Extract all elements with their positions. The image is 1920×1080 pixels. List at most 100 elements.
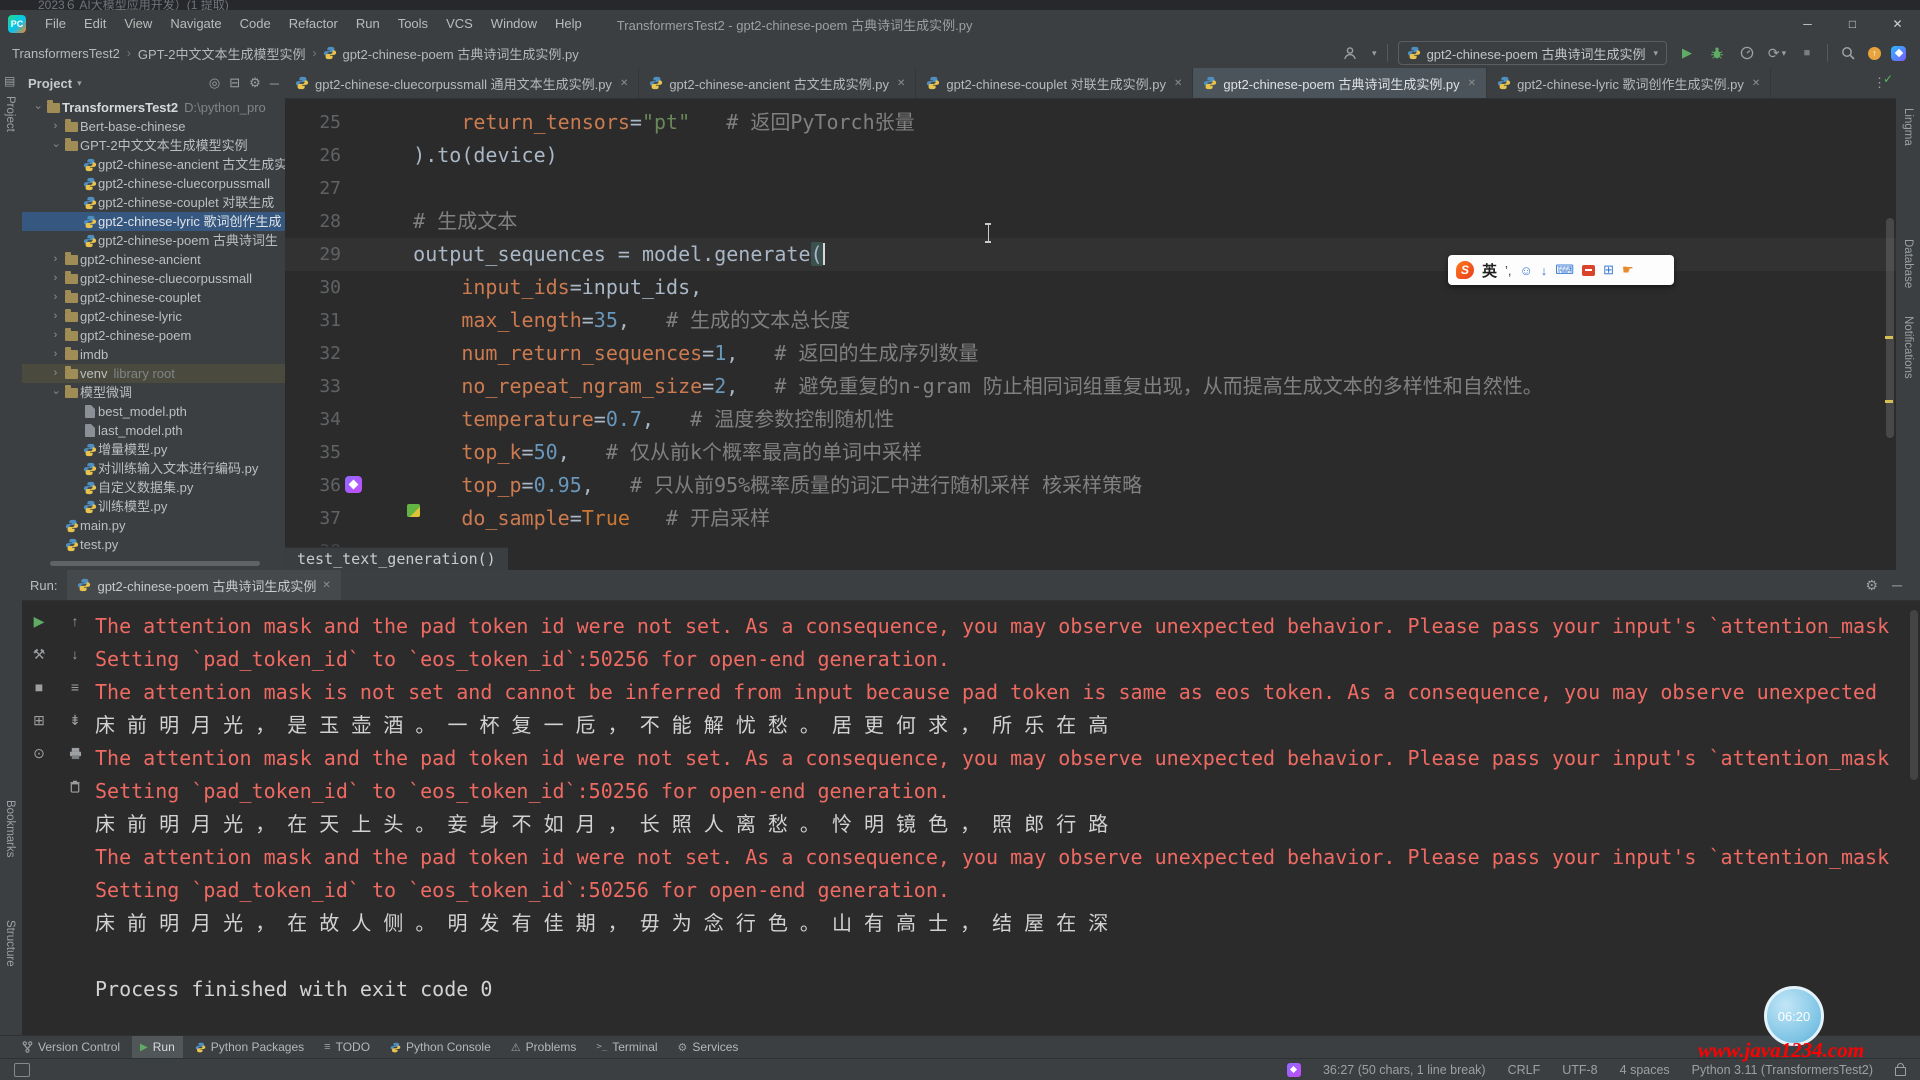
up-icon[interactable]: ↑ bbox=[64, 610, 86, 632]
tree-item[interactable]: gpt2-chinese-ancient 古文生成实 bbox=[22, 155, 285, 174]
tree-item[interactable]: last_model.pth bbox=[22, 421, 285, 440]
tree-item[interactable]: ›imdb bbox=[22, 345, 285, 364]
encoding-label[interactable]: UTF-8 bbox=[1562, 1063, 1597, 1077]
tree-item[interactable]: ›TransformersTest2D:\python_pro bbox=[22, 98, 285, 117]
search-everywhere-icon[interactable] bbox=[1838, 43, 1858, 63]
tree-item[interactable]: 对训练输入文本进行编码.py bbox=[22, 459, 285, 478]
line-ending-label[interactable]: CRLF bbox=[1508, 1063, 1541, 1077]
collapse-all-icon[interactable]: ⊟ bbox=[229, 75, 240, 91]
lingma-plugin-icon[interactable] bbox=[1891, 46, 1906, 61]
tree-chevron-icon[interactable]: › bbox=[48, 117, 63, 136]
run-console-tab[interactable]: gpt2-chinese-poem 古典诗词生成实例 ✕ bbox=[67, 570, 340, 600]
stripe-lingma-button[interactable]: Lingma bbox=[1902, 108, 1914, 146]
debug-button[interactable] bbox=[1707, 43, 1727, 63]
editor-scrollbar-thumb[interactable] bbox=[1886, 218, 1894, 438]
tree-item[interactable]: ›gpt2-chinese-lyric bbox=[22, 307, 285, 326]
down-icon[interactable]: ↓ bbox=[64, 643, 86, 665]
rerun-icon[interactable]: ▶ bbox=[28, 610, 50, 632]
minimize-button[interactable]: ─ bbox=[1785, 10, 1830, 38]
project-settings-icon[interactable]: ⚙ bbox=[249, 75, 261, 91]
toolwindow-button-python-packages[interactable]: Python Packages bbox=[187, 1036, 312, 1059]
menu-item-help[interactable]: Help bbox=[546, 10, 591, 38]
stripe-bookmarks-button[interactable]: Bookmarks bbox=[4, 800, 16, 858]
maximize-button[interactable]: □ bbox=[1830, 10, 1875, 38]
menu-item-code[interactable]: Code bbox=[231, 10, 280, 38]
ai-assistant-gutter-icon[interactable] bbox=[345, 476, 362, 493]
tool-window-grid-icon[interactable]: ▤ bbox=[4, 74, 15, 88]
editor-tab[interactable]: gpt2-chinese-couplet 对联生成实例.py✕ bbox=[916, 68, 1193, 98]
toolwindow-button-todo[interactable]: ≡TODO bbox=[316, 1036, 378, 1059]
sogou-logo-icon[interactable]: S bbox=[1456, 261, 1474, 279]
close-icon[interactable]: ✕ bbox=[1174, 78, 1182, 89]
caret-position-label[interactable]: 36:27 (50 chars, 1 line break) bbox=[1323, 1063, 1486, 1077]
stripe-database-button[interactable]: Database bbox=[1902, 239, 1914, 288]
stop-icon[interactable]: ■ bbox=[28, 676, 50, 698]
close-icon[interactable]: ✕ bbox=[620, 78, 628, 89]
editor-tab[interactable]: gpt2-chinese-poem 古典诗词生成实例.py✕ bbox=[1193, 68, 1487, 98]
user-dropdown-icon[interactable]: ▾ bbox=[1372, 48, 1377, 59]
stop-button[interactable]: ■ bbox=[1797, 43, 1817, 63]
console-scrollbar-thumb[interactable] bbox=[1910, 610, 1918, 780]
editor-tab[interactable]: gpt2-chinese-cluecorpussmall 通用文本生成实例.py… bbox=[285, 68, 639, 98]
tree-chevron-icon[interactable]: › bbox=[48, 364, 63, 383]
menu-item-run[interactable]: Run bbox=[347, 10, 389, 38]
tree-chevron-icon[interactable]: › bbox=[46, 138, 65, 153]
menu-item-file[interactable]: File bbox=[36, 10, 75, 38]
close-button[interactable]: ✕ bbox=[1875, 10, 1920, 38]
tree-item[interactable]: gpt2-chinese-lyric 歌词创作生成 bbox=[22, 212, 285, 231]
workspace-icon[interactable] bbox=[14, 1063, 30, 1077]
clear-icon[interactable] bbox=[64, 775, 86, 797]
breadcrumb-item[interactable]: TransformersTest2 bbox=[12, 46, 120, 61]
stripe-structure-button[interactable]: Structure bbox=[4, 920, 16, 967]
interpreter-label[interactable]: Python 3.11 (TransformersTest2) bbox=[1692, 1063, 1873, 1077]
project-view-title[interactable]: Project bbox=[28, 76, 72, 91]
editor-tab[interactable]: gpt2-chinese-lyric 歌词创作生成实例.py✕ bbox=[1487, 68, 1771, 98]
tree-item[interactable]: ›venvlibrary root bbox=[22, 364, 285, 383]
print-icon[interactable] bbox=[64, 742, 86, 764]
tree-item[interactable]: test.py bbox=[22, 535, 285, 554]
lock-icon[interactable] bbox=[1895, 1067, 1906, 1076]
tree-item[interactable]: ›GPT-2中文文本生成模型实例 bbox=[22, 136, 285, 155]
toolwindow-button-python-console[interactable]: Python Console bbox=[382, 1036, 499, 1059]
ime-punctuation-icon[interactable]: ’, bbox=[1505, 263, 1512, 278]
tree-item[interactable]: ›gpt2-chinese-couplet bbox=[22, 288, 285, 307]
locate-file-icon[interactable]: ◎ bbox=[209, 75, 220, 91]
stripe-project-button[interactable]: Project bbox=[4, 96, 16, 132]
menu-item-view[interactable]: View bbox=[115, 10, 161, 38]
hide-panel-icon[interactable]: ─ bbox=[270, 76, 279, 91]
inspection-ok-icon[interactable]: ✓ bbox=[1883, 72, 1893, 86]
tree-chevron-icon[interactable]: › bbox=[48, 288, 63, 307]
toolwindow-button-services[interactable]: ⚙Services bbox=[670, 1036, 747, 1059]
code-editor[interactable]: 25 return_tensors="pt" # 返回PyTorch张量26 )… bbox=[285, 98, 1896, 570]
tree-item[interactable]: ›Bert-base-chinese bbox=[22, 117, 285, 136]
close-icon[interactable]: ✕ bbox=[1752, 78, 1760, 89]
tree-item[interactable]: ›gpt2-chinese-ancient bbox=[22, 250, 285, 269]
tree-chevron-icon[interactable]: › bbox=[48, 345, 63, 364]
update-notification-icon[interactable]: ↑ bbox=[1868, 47, 1881, 60]
project-horizontal-scrollbar[interactable] bbox=[50, 561, 260, 566]
console-output[interactable]: The attention mask and the pad token id … bbox=[95, 610, 1914, 1035]
menu-item-refactor[interactable]: Refactor bbox=[280, 10, 347, 38]
tree-item[interactable]: gpt2-chinese-poem 古典诗词生 bbox=[22, 231, 285, 250]
project-view-dropdown-icon[interactable]: ▾ bbox=[77, 78, 82, 89]
editor-tab[interactable]: gpt2-chinese-ancient 古文生成实例.py✕ bbox=[639, 68, 916, 98]
menu-item-window[interactable]: Window bbox=[482, 10, 546, 38]
breadcrumb-item[interactable]: GPT-2中文文本生成模型实例 bbox=[138, 44, 306, 63]
menu-item-navigate[interactable]: Navigate bbox=[161, 10, 230, 38]
tree-item[interactable]: ›gpt2-chinese-poem bbox=[22, 326, 285, 345]
run-button[interactable]: ▶ bbox=[1677, 43, 1697, 63]
close-icon[interactable]: ✕ bbox=[1468, 78, 1476, 89]
editor-scrollbar[interactable]: ✓ bbox=[1882, 68, 1896, 540]
lines-icon[interactable]: ≡ bbox=[64, 676, 86, 698]
profiler-button[interactable] bbox=[1737, 43, 1757, 63]
tree-item[interactable]: 训练模型.py bbox=[22, 497, 285, 516]
menu-item-vcs[interactable]: VCS bbox=[437, 10, 482, 38]
tree-item[interactable]: gpt2-chinese-couplet 对联生成 bbox=[22, 193, 285, 212]
tree-item[interactable]: 自定义数据集.py bbox=[22, 478, 285, 497]
breadcrumb-item[interactable]: gpt2-chinese-poem 古典诗词生成实例.py bbox=[342, 44, 578, 63]
ime-grid-icon[interactable]: ⊞ bbox=[1603, 262, 1614, 278]
tree-item[interactable]: main.py bbox=[22, 516, 285, 535]
lingma-status-icon[interactable] bbox=[1287, 1063, 1301, 1077]
ime-toolbox-icon[interactable] bbox=[1582, 265, 1595, 276]
tree-chevron-icon[interactable]: › bbox=[48, 250, 63, 269]
